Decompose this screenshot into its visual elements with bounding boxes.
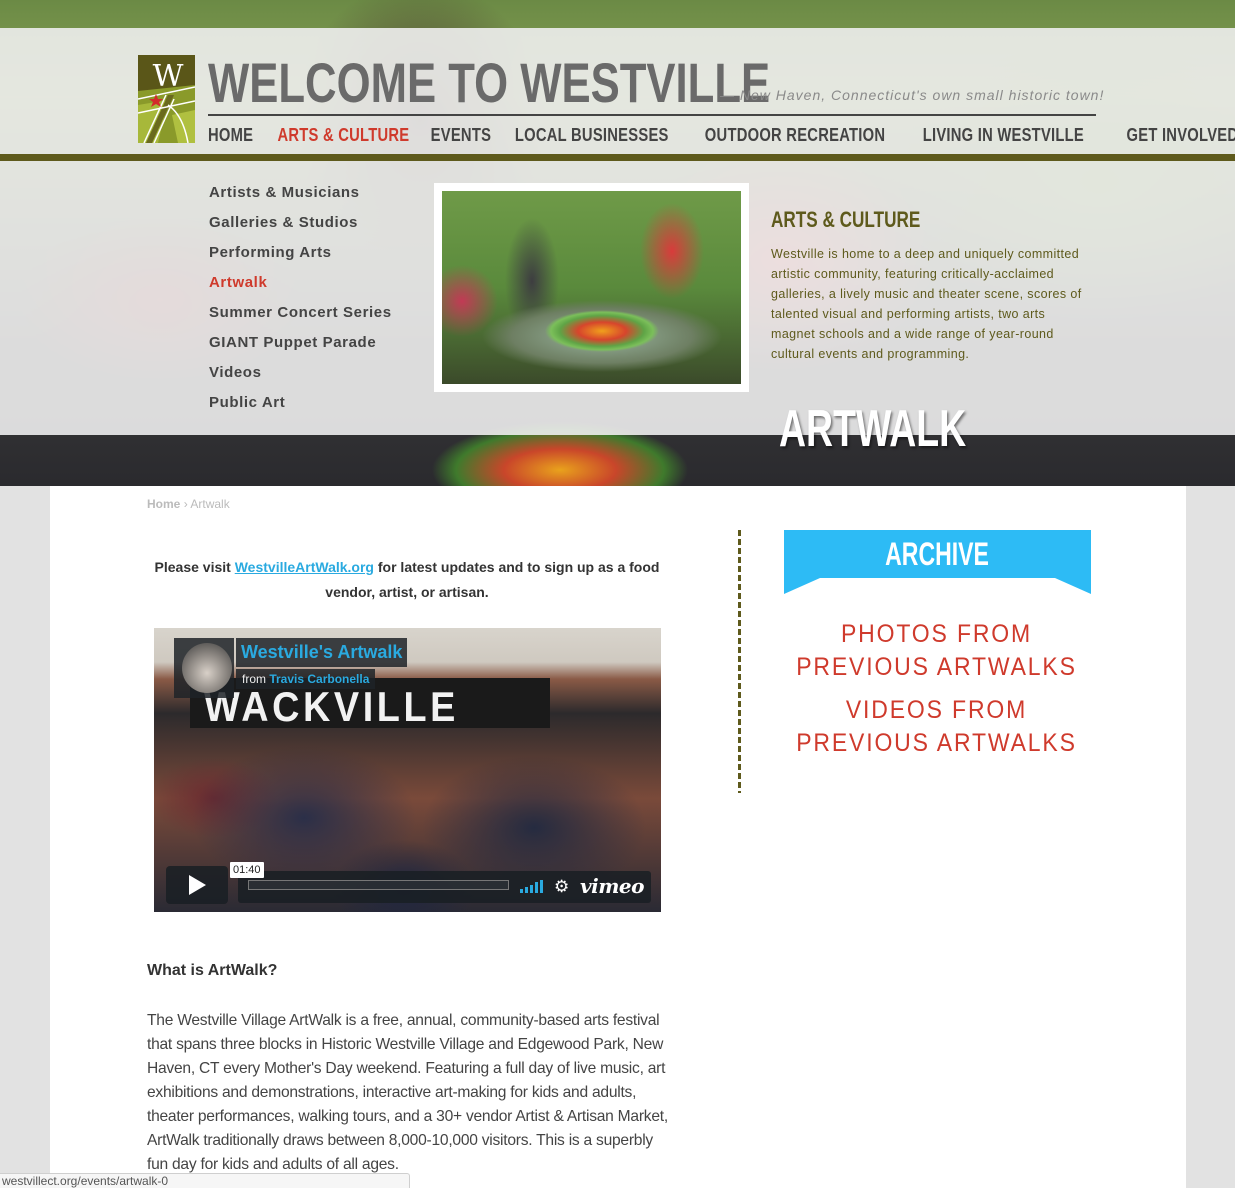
video-from-label: from (242, 672, 266, 686)
section-heading: ARTS & CULTURE (771, 207, 921, 232)
section-description: Westville is home to a deep and uniquely… (771, 247, 1082, 361)
nav-local-businesses[interactable]: LOCAL BUSINESSES (515, 125, 669, 146)
main-navigation: HOME ARTS & CULTURE EVENTS LOCAL BUSINES… (208, 125, 1235, 146)
subnav-artists-musicians[interactable]: Artists & Musicians (209, 182, 392, 212)
video-author-link[interactable]: Travis Carbonella (269, 672, 369, 686)
westville-map-logo-icon: W (137, 55, 196, 144)
subnav-giant-puppet-parade[interactable]: GIANT Puppet Parade (209, 332, 392, 362)
nav-living-in-westville[interactable]: LIVING IN WESTVILLE (923, 125, 1084, 146)
breadcrumb-separator: › (183, 497, 188, 511)
archive-banner: ARCHIVE (784, 530, 1091, 578)
browser-status-bar: westvillect.org/events/artwalk-0 (0, 1173, 410, 1188)
archive-link-videos[interactable]: VIDEOS FROM PREVIOUS ARTWALKS (796, 694, 1077, 760)
intro-paragraph: Please visit WestvilleArtWalk.org for la… (147, 555, 667, 605)
video-duration: 01:40 (230, 862, 264, 878)
breadcrumb: Home › Artwalk (147, 497, 230, 511)
ribbon-tail-left (784, 578, 820, 594)
header-divider-bar (0, 154, 1235, 161)
archive-links: PHOTOS FROM PREVIOUS ARTWALKS VIDEOS FRO… (784, 618, 1089, 770)
site-tagline: — New Haven, Connecticut's own small his… (720, 87, 1105, 103)
subnav-galleries-studios[interactable]: Galleries & Studios (209, 212, 392, 242)
section-subnav: Artists & Musicians Galleries & Studios … (209, 182, 392, 422)
ribbon-tail-right (1055, 578, 1091, 594)
article-heading: What is ArtWalk? (147, 962, 278, 979)
nav-arts-culture[interactable]: ARTS & CULTURE (278, 125, 410, 146)
vimeo-video-player[interactable]: WACKVILLE Westville's Artwalk from Travi… (154, 628, 661, 912)
sidebar-divider (738, 530, 741, 793)
main-content: Home › Artwalk Please visit WestvilleArt… (50, 486, 1186, 1188)
nav-home[interactable]: HOME (208, 125, 253, 146)
vimeo-logo[interactable]: vimeo (580, 874, 644, 898)
video-title[interactable]: Westville's Artwalk (236, 638, 408, 667)
video-byline: from Travis Carbonella (236, 669, 376, 689)
archive-link-photos[interactable]: PHOTOS FROM PREVIOUS ARTWALKS (796, 618, 1077, 684)
breadcrumb-home[interactable]: Home (147, 497, 180, 511)
svg-text:W: W (153, 59, 184, 94)
site-title: WELCOME TO WESTVILLE (208, 51, 771, 114)
intro-suffix: for latest updates and to sign up as a f… (325, 559, 660, 600)
video-scene-banner-text: WACKVILLE (204, 683, 459, 730)
play-icon (189, 875, 206, 895)
nav-events[interactable]: EVENTS (431, 125, 492, 146)
intro-prefix: Please visit (154, 559, 235, 575)
video-author-avatar[interactable] (182, 643, 232, 693)
spin-art-photo (442, 191, 741, 384)
archive-ribbon: ARCHIVE (784, 530, 1091, 595)
breadcrumb-current: Artwalk (190, 497, 230, 511)
section-feature-photo (434, 183, 749, 392)
settings-gear-icon[interactable]: ⚙ (554, 878, 569, 895)
page-title: ARTWALK (779, 400, 967, 458)
site-logo[interactable]: W (137, 55, 196, 144)
subnav-summer-concert-series[interactable]: Summer Concert Series (209, 302, 392, 332)
nav-get-involved[interactable]: GET INVOLVED (1127, 125, 1235, 146)
video-progress-bar[interactable] (248, 880, 509, 890)
title-underline (208, 114, 1096, 116)
subnav-performing-arts[interactable]: Performing Arts (209, 242, 392, 272)
play-button[interactable] (166, 866, 228, 904)
volume-icon[interactable] (520, 880, 544, 893)
article-body: The Westville Village ArtWalk is a free,… (147, 1012, 668, 1173)
archive-heading: ARCHIVE (885, 535, 990, 572)
artwalk-site-link[interactable]: WestvilleArtWalk.org (235, 559, 374, 575)
nav-outdoor-recreation[interactable]: OUTDOOR RECREATION (705, 125, 885, 146)
subnav-public-art[interactable]: Public Art (209, 392, 392, 422)
subnav-artwalk[interactable]: Artwalk (209, 272, 392, 302)
subnav-videos[interactable]: Videos (209, 362, 392, 392)
